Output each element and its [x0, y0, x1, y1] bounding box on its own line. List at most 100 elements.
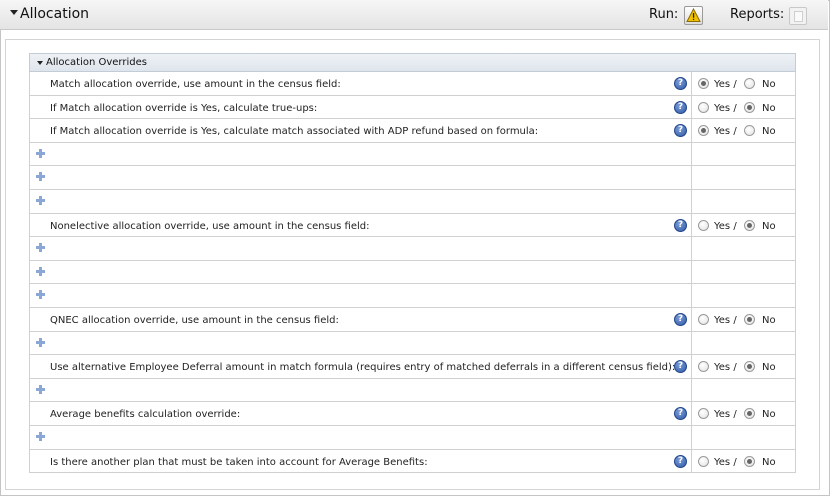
collapse-caret-icon[interactable]	[10, 10, 18, 15]
no-label: No	[762, 362, 776, 374]
column-divider	[691, 378, 692, 402]
yes-radio[interactable]	[698, 101, 709, 113]
allocation-overrides-header[interactable]: Allocation Overrides	[29, 53, 796, 72]
question-label: QNEC allocation override, use amount in …	[50, 315, 339, 326]
add-row	[29, 378, 796, 403]
column-divider	[691, 142, 692, 166]
add-row	[29, 426, 796, 450]
column-divider	[691, 426, 692, 449]
no-radio[interactable]	[744, 125, 755, 137]
report-icon	[794, 11, 803, 22]
plus-icon[interactable]	[36, 196, 45, 205]
yes-radio[interactable]	[698, 408, 709, 420]
override-row: QNEC allocation override, use amount in …	[29, 308, 796, 332]
column-divider	[691, 331, 692, 355]
column-divider	[691, 449, 692, 473]
reports-button[interactable]	[789, 7, 807, 25]
column-divider	[691, 166, 692, 189]
no-label: No	[762, 220, 776, 232]
yes-label: Yes /	[714, 362, 737, 374]
help-icon[interactable]: ?	[674, 218, 687, 232]
plus-icon[interactable]	[36, 243, 45, 253]
yes-radio[interactable]	[698, 219, 709, 231]
section-title: Allocation Overrides	[46, 57, 147, 68]
no-label: No	[762, 79, 776, 90]
question-label: Use alternative Employee Deferral amount…	[50, 362, 676, 374]
help-icon[interactable]: ?	[674, 313, 687, 326]
override-row: Match allocation override, use amount in…	[29, 72, 796, 96]
no-radio[interactable]	[744, 361, 755, 373]
override-row: Use alternative Employee Deferral amount…	[29, 355, 796, 379]
column-divider	[691, 72, 692, 95]
column-divider	[691, 213, 692, 237]
add-row	[29, 331, 796, 356]
no-radio[interactable]	[744, 101, 755, 113]
column-divider	[691, 355, 692, 378]
yes-radio[interactable]	[698, 455, 709, 467]
help-icon[interactable]: ?	[674, 407, 687, 421]
yes-label: Yes /	[714, 409, 737, 421]
column-divider	[691, 402, 692, 425]
help-icon[interactable]: ?	[674, 100, 687, 114]
allocation-header: Allocation Run: Reports:	[0, 0, 828, 30]
column-divider	[691, 95, 692, 119]
run-button[interactable]	[684, 6, 703, 25]
no-radio[interactable]	[744, 314, 755, 325]
yes-radio[interactable]	[698, 361, 709, 373]
section-caret-icon[interactable]	[37, 61, 43, 65]
question-label: Average benefits calculation override:	[50, 409, 241, 421]
plus-icon[interactable]	[36, 266, 45, 276]
no-label: No	[762, 315, 776, 326]
question-label: If Match allocation override is Yes, cal…	[50, 126, 539, 138]
override-row: If Match allocation override is Yes, cal…	[29, 119, 796, 143]
no-label: No	[762, 102, 776, 114]
column-divider	[691, 237, 692, 260]
override-row: Average benefits calculation override:? Y…	[29, 402, 796, 426]
yes-label: Yes /	[714, 102, 737, 114]
yes-label: Yes /	[714, 126, 737, 138]
add-row	[29, 260, 796, 285]
add-row	[29, 142, 796, 167]
page-title: Allocation	[20, 6, 90, 22]
no-label: No	[762, 456, 776, 468]
yes-label: Yes /	[714, 315, 737, 326]
override-row: Nonelective allocation override, use amo…	[29, 213, 796, 238]
column-divider	[691, 119, 692, 142]
question-label: Nonelective allocation override, use amo…	[50, 220, 370, 232]
override-row: Is there another plan that must be taken…	[29, 449, 796, 474]
help-icon[interactable]: ?	[674, 124, 687, 138]
question-label: Is there another plan that must be taken…	[50, 456, 428, 468]
question-label: Match allocation override, use amount in…	[50, 79, 341, 90]
no-radio[interactable]	[744, 408, 755, 420]
column-divider	[691, 260, 692, 284]
help-icon[interactable]: ?	[674, 454, 687, 468]
plus-icon[interactable]	[36, 337, 45, 347]
yes-radio[interactable]	[698, 125, 709, 137]
warning-icon	[686, 7, 701, 22]
add-row	[29, 284, 796, 308]
yes-radio[interactable]	[698, 314, 709, 325]
add-row	[29, 237, 796, 261]
plus-icon[interactable]	[36, 432, 45, 441]
run-label: Run:	[649, 7, 679, 22]
plus-icon[interactable]	[36, 172, 45, 182]
reports-label: Reports:	[730, 7, 785, 22]
plus-icon[interactable]	[36, 148, 45, 158]
column-divider	[691, 308, 692, 331]
help-icon[interactable]: ?	[674, 360, 687, 374]
help-icon[interactable]: ?	[674, 77, 687, 90]
add-row	[29, 190, 796, 214]
yes-label: Yes /	[714, 220, 737, 232]
no-radio[interactable]	[744, 219, 755, 231]
yes-label: Yes /	[714, 456, 737, 468]
plus-icon[interactable]	[36, 384, 45, 394]
column-divider	[691, 190, 692, 213]
no-radio[interactable]	[744, 78, 755, 89]
add-row	[29, 166, 796, 190]
no-label: No	[762, 126, 776, 138]
plus-icon[interactable]	[36, 290, 45, 300]
override-row: If Match allocation override is Yes, cal…	[29, 95, 796, 120]
question-label: If Match allocation override is Yes, cal…	[50, 102, 318, 114]
yes-radio[interactable]	[698, 78, 709, 89]
no-radio[interactable]	[744, 455, 755, 467]
